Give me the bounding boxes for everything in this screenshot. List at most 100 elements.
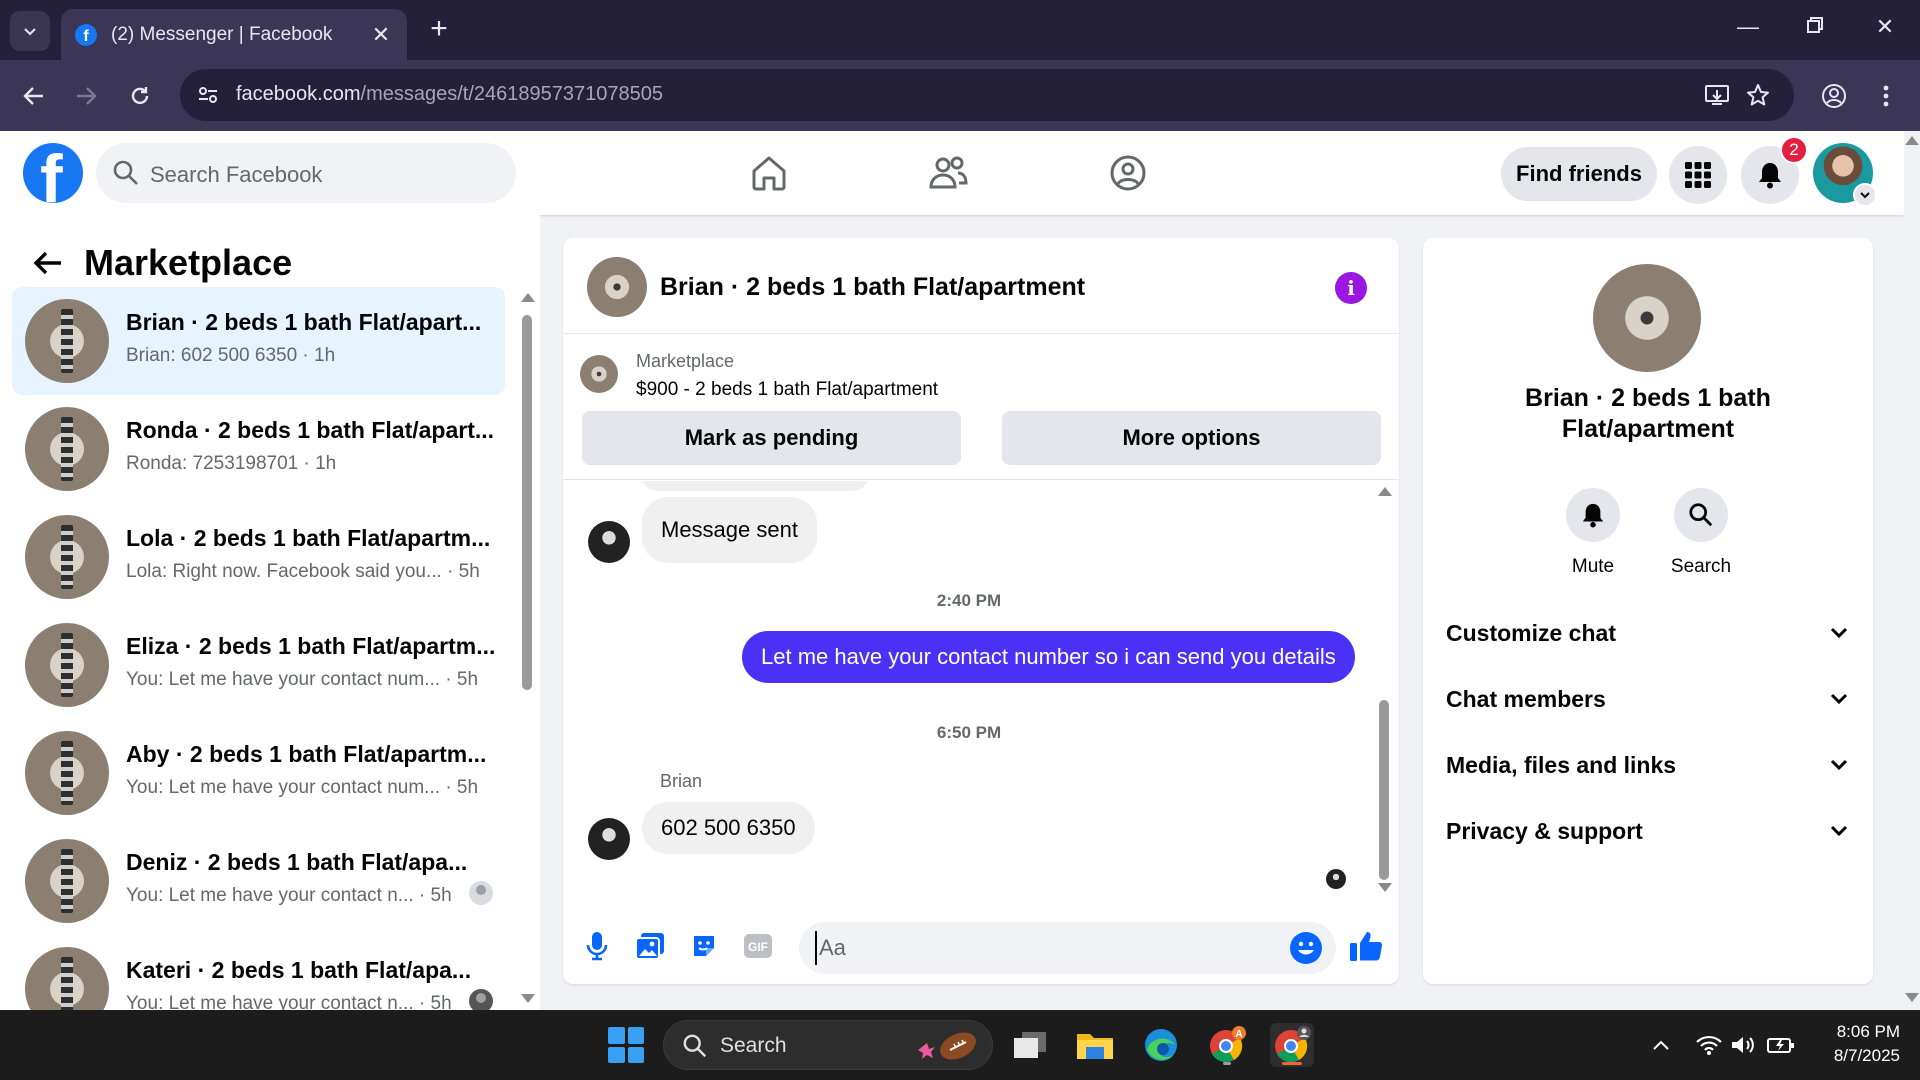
- message-input[interactable]: [815, 931, 1285, 965]
- profile-button[interactable]: [1816, 78, 1852, 114]
- task-view-icon: [1014, 1032, 1046, 1058]
- browser-tab-messenger[interactable]: f (2) Messenger | Facebook ✕: [61, 9, 407, 61]
- conversation-preview: You: Let me have your contact num... · 5…: [126, 669, 479, 690]
- voice-clip-button[interactable]: [579, 928, 615, 964]
- tab-close-icon[interactable]: ✕: [369, 22, 393, 48]
- file-explorer-app[interactable]: [1073, 1023, 1117, 1067]
- task-view-button[interactable]: [1008, 1023, 1052, 1067]
- gif-button[interactable]: GIF: [740, 928, 776, 964]
- conversation-item[interactable]: Ronda · 2 beds 1 bath Flat/apart... Rond…: [12, 395, 505, 503]
- battery-charging-icon[interactable]: [1766, 1030, 1796, 1060]
- arrow-right-icon: [77, 87, 97, 105]
- taskbar-search[interactable]: Search: [663, 1020, 993, 1070]
- mark-as-pending-button[interactable]: Mark as pending: [582, 411, 961, 465]
- find-friends-button[interactable]: Find friends: [1501, 147, 1657, 201]
- sticker-button[interactable]: [686, 928, 722, 964]
- forward-button[interactable]: [68, 78, 104, 114]
- read-receipt-avatar: [1326, 869, 1346, 889]
- privacy-support-section[interactable]: Privacy & support: [1446, 811, 1848, 851]
- listing-title[interactable]: $900 - 2 beds 1 bath Flat/apartment: [636, 379, 938, 401]
- chat-panel: Brian · 2 beds 1 bath Flat/apartment i M…: [563, 238, 1399, 984]
- reload-button[interactable]: [122, 78, 158, 114]
- volume-icon[interactable]: [1729, 1030, 1759, 1060]
- address-bar[interactable]: facebook.com/messages/t/2461895737107850…: [180, 69, 1794, 121]
- message-thread: Message sent 2:40 PM Let me have your co…: [563, 481, 1399, 899]
- home-nav-button[interactable]: [745, 151, 793, 195]
- seen-avatar-icon: [469, 881, 493, 905]
- sidebar-scroll-down[interactable]: [521, 994, 535, 1003]
- customize-chat-section[interactable]: Customize chat: [1446, 613, 1848, 653]
- groups-nav-button[interactable]: [1104, 151, 1152, 195]
- contact-avatar[interactable]: [1593, 264, 1701, 372]
- mute-button[interactable]: Mute: [1548, 488, 1638, 578]
- conversation-info-panel: Brian · 2 beds 1 bath Flat/apartment Mut…: [1423, 238, 1873, 984]
- page-scroll-down[interactable]: [1905, 993, 1919, 1002]
- chat-members-section[interactable]: Chat members: [1446, 679, 1848, 719]
- conversation-item[interactable]: Aby · 2 beds 1 bath Flat/apartm... You: …: [12, 719, 505, 827]
- conversation-item[interactable]: Lola · 2 beds 1 bath Flat/apartm... Lola…: [12, 503, 505, 611]
- attach-media-button[interactable]: [632, 928, 668, 964]
- search-icon: [113, 160, 138, 185]
- new-tab-button[interactable]: +: [424, 14, 454, 44]
- active-indicator: [1282, 1062, 1302, 1065]
- chat-scroll-down[interactable]: [1378, 883, 1392, 892]
- search-icon: [683, 1034, 707, 1058]
- close-window-button[interactable]: ✕: [1865, 14, 1905, 40]
- chat-avatar[interactable]: [587, 257, 647, 317]
- back-button[interactable]: [16, 78, 52, 114]
- chat-title[interactable]: Brian · 2 beds 1 bath Flat/apartment: [660, 273, 1085, 302]
- minimize-button[interactable]: —: [1728, 14, 1768, 40]
- bookmark-star-icon[interactable]: [1744, 81, 1772, 109]
- chrome-active-app[interactable]: [1270, 1023, 1314, 1067]
- wifi-icon[interactable]: [1694, 1030, 1724, 1060]
- conversation-name: Eliza · 2 beds 1 bath Flat/apartm...: [126, 633, 496, 659]
- account-menu-chevron[interactable]: [1853, 183, 1877, 207]
- url-text[interactable]: facebook.com/messages/t/2461895737107850…: [236, 83, 663, 106]
- conversation-item[interactable]: Eliza · 2 beds 1 bath Flat/apartm... You…: [12, 611, 505, 719]
- edge-browser-app[interactable]: [1139, 1023, 1183, 1067]
- media-files-links-section[interactable]: Media, files and links: [1446, 745, 1848, 785]
- install-app-icon[interactable]: [1703, 81, 1731, 109]
- conversation-preview: You: Let me have your contact n... · 5h: [126, 993, 452, 1010]
- previous-message-bubble: [642, 481, 868, 491]
- more-options-button[interactable]: More options: [1002, 411, 1381, 465]
- send-like-button[interactable]: [1348, 928, 1384, 964]
- search-label: Search: [1670, 556, 1732, 577]
- chrome-profile-a-app[interactable]: A: [1205, 1023, 1249, 1067]
- conversation-name: Ronda · 2 beds 1 bath Flat/apart...: [126, 417, 495, 443]
- conversation-info-button[interactable]: i: [1335, 272, 1367, 304]
- conversation-name: Aby · 2 beds 1 bath Flat/apartm...: [126, 741, 487, 767]
- menu-button[interactable]: [1669, 146, 1727, 204]
- windows-taskbar: Search A 8:06 PM 8/7/2025: [0, 1010, 1920, 1080]
- friends-nav-button[interactable]: [924, 151, 972, 195]
- section-label: Privacy & support: [1446, 817, 1643, 844]
- conversation-item[interactable]: Deniz · 2 beds 1 bath Flat/apa... You: L…: [12, 827, 505, 935]
- windows-start-button[interactable]: [608, 1027, 644, 1063]
- conversation-item[interactable]: Kateri · 2 beds 1 bath Flat/apa... You: …: [12, 935, 505, 1010]
- page-scroll-up[interactable]: [1905, 136, 1919, 145]
- site-info-icon[interactable]: [194, 81, 222, 109]
- start-tile: [627, 1046, 644, 1063]
- home-icon: [752, 156, 786, 191]
- search-in-conversation-button[interactable]: Search: [1656, 488, 1746, 578]
- facebook-logo[interactable]: f: [23, 143, 83, 203]
- page-scrollbar[interactable]: [1904, 131, 1920, 1010]
- browser-menu-button[interactable]: [1868, 78, 1904, 114]
- sender-name: Brian: [660, 771, 703, 791]
- chat-scroll-up[interactable]: [1378, 487, 1392, 496]
- system-clock[interactable]: 8:06 PM 8/7/2025: [1800, 1020, 1900, 1068]
- listing-thumbnail[interactable]: [580, 355, 618, 393]
- conversation-preview: Lola: Right now. Facebook said you... · …: [126, 561, 480, 582]
- tab-search-button[interactable]: [10, 11, 50, 51]
- section-label: Media, files and links: [1446, 751, 1677, 778]
- emoji-picker-icon[interactable]: [1290, 932, 1322, 964]
- sidebar-scroll-up[interactable]: [521, 293, 535, 302]
- restore-button[interactable]: [1795, 14, 1835, 40]
- conversation-item[interactable]: Brian · 2 beds 1 bath Flat/apart... Bria…: [12, 287, 505, 395]
- back-arrow-button[interactable]: [26, 241, 70, 285]
- chat-scrollbar[interactable]: [1379, 700, 1389, 880]
- facebook-search-box[interactable]: Search Facebook: [96, 143, 516, 203]
- show-hidden-icons-chevron[interactable]: [1646, 1030, 1676, 1060]
- sidebar-scrollbar[interactable]: [522, 315, 532, 690]
- account-circle-icon: [1822, 84, 1846, 108]
